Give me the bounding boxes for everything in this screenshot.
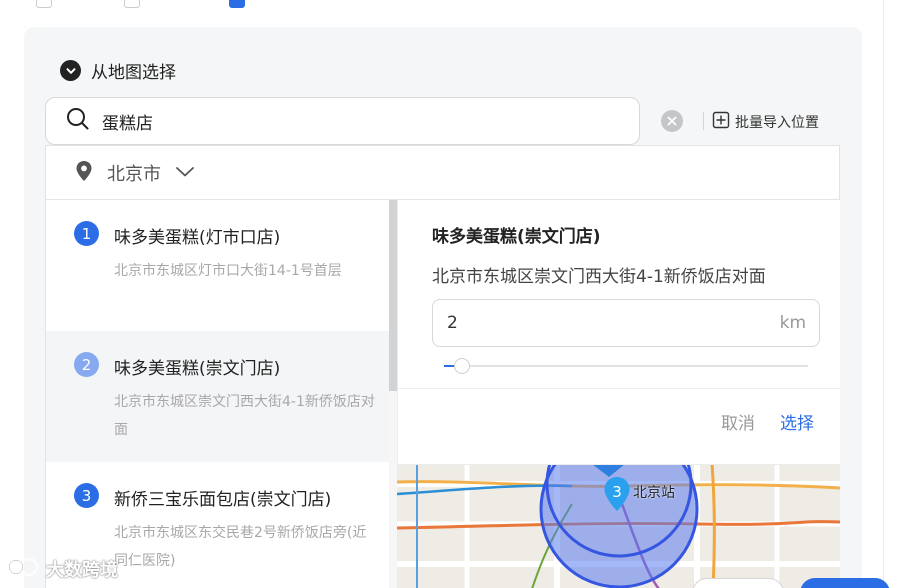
batch-import-button[interactable]: 批量导入位置 xyxy=(712,111,819,133)
map-marker-number: 3 xyxy=(612,483,622,501)
slider-handle[interactable] xyxy=(454,358,471,374)
result-name: 新侨三宝乐面包店(崇文门店) xyxy=(114,490,332,510)
map-station-label: 北京站 xyxy=(633,485,675,501)
detail-address: 北京市东城区崇文门西大街4-1新侨饭店对面 xyxy=(432,267,766,287)
search-icon xyxy=(66,107,90,135)
checkbox[interactable] xyxy=(36,0,52,8)
collapse-chevron-icon[interactable] xyxy=(60,60,81,81)
section-header[interactable]: 从地图选择 xyxy=(60,58,176,83)
primary-button[interactable] xyxy=(800,578,890,588)
watermark: 大数跨境 xyxy=(8,556,118,582)
page: 从地图选择 批量导入位置 北京市 1 味多美蛋糕(灯市口店) xyxy=(0,0,907,588)
search-input[interactable] xyxy=(102,111,602,131)
result-number-badge: 2 xyxy=(74,352,99,377)
detail-name: 味多美蛋糕(崇文门店) xyxy=(432,227,601,247)
radius-slider[interactable] xyxy=(444,358,808,374)
location-detail-card: 味多美蛋糕(崇文门店) 北京市东城区崇文门西大街4-1新侨饭店对面 2 km 取… xyxy=(397,200,840,465)
location-pin-icon xyxy=(75,160,93,186)
result-name: 味多美蛋糕(灯市口店) xyxy=(114,228,281,248)
divider xyxy=(703,112,704,130)
result-address: 北京市东城区崇文门西大街4-1新侨饭店对面 xyxy=(114,394,375,438)
city-label: 北京市 xyxy=(107,163,161,185)
batch-import-label: 批量导入位置 xyxy=(735,115,819,131)
checkbox[interactable] xyxy=(124,0,140,8)
list-item[interactable]: 1 味多美蛋糕(灯市口店) 北京市东城区灯市口大街14-1号首层 xyxy=(46,200,389,332)
radius-value: 2 xyxy=(447,313,458,333)
search-box[interactable] xyxy=(45,97,640,145)
scroll-thumb[interactable] xyxy=(389,200,397,391)
secondary-button[interactable] xyxy=(692,578,784,588)
divider xyxy=(398,388,840,389)
radius-unit: km xyxy=(779,313,806,333)
checkbox-checked[interactable] xyxy=(229,0,245,8)
result-list: 1 味多美蛋糕(灯市口店) 北京市东城区灯市口大街14-1号首层 2 味多美蛋糕… xyxy=(46,200,389,588)
scrollbar[interactable] xyxy=(389,200,397,588)
close-icon xyxy=(667,116,677,126)
add-box-icon xyxy=(712,111,730,133)
clear-search-button[interactable] xyxy=(661,110,683,132)
search-results-dropdown: 北京市 1 味多美蛋糕(灯市口店) 北京市东城区灯市口大街14-1号首层 2 味… xyxy=(45,145,840,588)
divider xyxy=(883,0,884,588)
slider-track xyxy=(444,365,808,367)
watermark-logo-icon xyxy=(8,556,40,582)
section-title: 从地图选择 xyxy=(91,63,176,83)
watermark-text: 大数跨境 xyxy=(46,560,118,581)
chevron-down-icon xyxy=(175,163,195,182)
result-address: 北京市东城区灯市口大街14-1号首层 xyxy=(114,263,342,279)
radius-field[interactable]: 2 km xyxy=(432,299,820,347)
result-address: 北京市东城区东交民巷2号新侨饭店旁(近同仁医院) xyxy=(114,525,367,569)
city-selector[interactable]: 北京市 xyxy=(46,146,839,200)
cancel-button[interactable]: 取消 xyxy=(721,409,755,434)
select-button[interactable]: 选择 xyxy=(780,409,814,434)
list-item-selected[interactable]: 2 味多美蛋糕(崇文门店) 北京市东城区崇文门西大街4-1新侨饭店对面 xyxy=(46,331,389,463)
result-number-badge: 3 xyxy=(74,483,99,508)
map-marker-icon[interactable]: 3 xyxy=(603,476,631,512)
map-view[interactable]: 3 北京站 xyxy=(397,464,840,588)
result-number-badge: 1 xyxy=(74,221,99,246)
result-name: 味多美蛋糕(崇文门店) xyxy=(114,359,281,379)
